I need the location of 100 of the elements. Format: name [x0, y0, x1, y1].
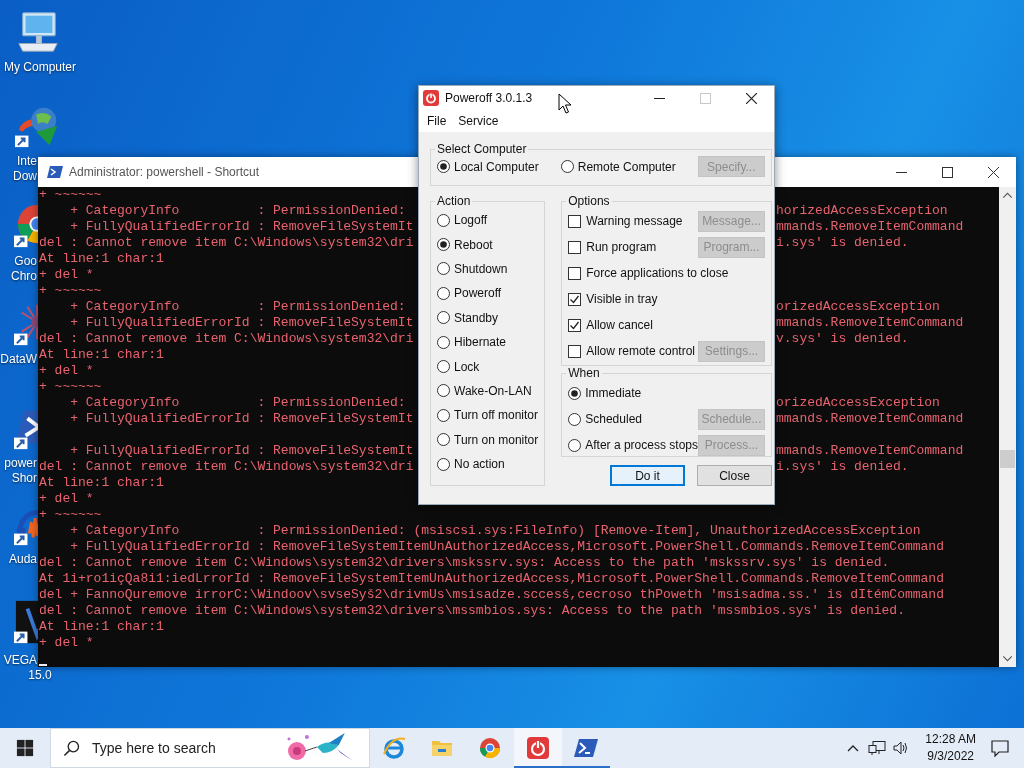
icon-label: Goo: [13, 254, 37, 269]
console-text: i.sys' is denied.: [776, 459, 909, 475]
console-text: del : Cannot remove item C:\Windows\system32\drivers\mskssrv.sys: Access to the path 'mskssrv.sys' is denied.: [39, 555, 890, 570]
notification-icon[interactable]: [990, 738, 1010, 758]
radio-icon[interactable]: [437, 433, 450, 447]
checkbox-icon[interactable]: [568, 214, 582, 228]
shell-icon: [47, 164, 63, 180]
radio-option[interactable]: Lock: [437, 354, 539, 379]
scroll-thumb[interactable]: [1000, 450, 1015, 468]
radio-icon[interactable]: [437, 213, 450, 227]
taskbar-app-button[interactable]: [514, 728, 562, 768]
maximize-icon: [700, 92, 711, 104]
menu-item[interactable]: Service: [452, 114, 505, 128]
radio-icon[interactable]: [568, 438, 582, 452]
chrome-icon: [478, 736, 502, 760]
checkbox-option[interactable]: Visible in tray: [568, 292, 658, 306]
radio-icon[interactable]: [437, 311, 450, 325]
text-cursor: [39, 664, 47, 666]
radio-icon[interactable]: [437, 160, 450, 173]
checkbox-icon[interactable]: [568, 266, 582, 280]
console-text: mmands.RemoveItemCommand: [776, 443, 964, 459]
scrollbar[interactable]: [999, 187, 1016, 667]
console-text: At line:1 char:1: [39, 475, 164, 490]
radio-option[interactable]: Shutdown: [437, 256, 539, 282]
checkbox-icon[interactable]: [568, 318, 582, 332]
console-text: del : Cannot remove item C:\Windows\system32\dri: [39, 235, 414, 250]
dialog-button[interactable]: Do it: [610, 465, 685, 486]
radio-option[interactable]: Turn off monitor: [437, 403, 539, 428]
radio-icon[interactable]: [437, 408, 450, 422]
radio-option[interactable]: Reboot: [437, 232, 539, 257]
radio-option[interactable]: Hibernate: [437, 329, 539, 355]
checkbox-option[interactable]: Warning message: [568, 214, 683, 228]
checkbox-icon[interactable]: [568, 292, 582, 306]
radio-option[interactable]: No action: [437, 451, 539, 477]
checkbox-option[interactable]: Run program: [568, 240, 657, 254]
console-text: orizedAccessException: [776, 299, 940, 315]
console-text: del : Cannot remove item C:\Windows\system32\dri: [39, 331, 414, 346]
radio-icon[interactable]: [437, 335, 450, 349]
console-text: + ~~~~~~: [39, 283, 102, 298]
console-text: At line:1 char:1: [39, 619, 164, 634]
checkbox-option[interactable]: Force applications to close: [568, 266, 729, 280]
console-text: + CategoryInfo : PermissionDenied:: [69, 395, 406, 410]
radio-icon[interactable]: [437, 384, 450, 398]
console-text: At 1i+ro1içQa8i1:iedLrrorId : RemoveFileSystemItemUnAuthorizedAccess,Microsoft.PowerShell.Commands.RemoveItemCommand: [39, 571, 944, 586]
radio-option[interactable]: Immediate: [568, 386, 642, 400]
maximize-icon[interactable]: [942, 166, 953, 178]
console-text: mmands.RemoveItemCommand: [776, 219, 964, 235]
menu-item[interactable]: File: [421, 114, 453, 128]
console-text: i.sys' is denied.: [776, 235, 909, 251]
console-text: At line:1 char:1: [39, 251, 164, 266]
icon-label: Auda: [7, 552, 37, 567]
console-text: + FullyQualifiedErrorId : RemoveFileSystemIt: [69, 411, 414, 426]
close-icon[interactable]: [988, 166, 999, 178]
radio-icon[interactable]: [437, 286, 450, 300]
search-field[interactable]: Type here to search: [89, 739, 284, 757]
radio-option[interactable]: Remote Computer: [560, 159, 676, 174]
checkbox-option[interactable]: Allow cancel: [568, 318, 653, 332]
clock[interactable]: 12:28 AM 9/3/2022: [925, 731, 976, 765]
clock-time: 12:28 AM: [925, 731, 976, 748]
console-text: + FullyQualifiedErrorId : RemoveFileSystemItemUnAuthorizedAccess,Microsoft.PowerShell.Commands.RemoveItemCommand: [69, 539, 944, 554]
radio-icon[interactable]: [568, 386, 582, 400]
video-shortcut-icon[interactable]: [14, 600, 38, 644]
radio-icon[interactable]: [437, 262, 450, 276]
power-icon: [526, 736, 550, 760]
checkbox-icon[interactable]: [568, 240, 582, 254]
console-text: + del *: [39, 363, 94, 378]
radio-icon[interactable]: [560, 160, 574, 173]
clock-date: 9/3/2022: [927, 748, 974, 765]
radio-option[interactable]: Poweroff: [437, 281, 539, 306]
radio-option[interactable]: Logoff: [437, 208, 539, 233]
checkbox-icon[interactable]: [568, 344, 582, 358]
checkbox-option[interactable]: Allow remote control: [568, 344, 695, 358]
window-title: Administrator: powershell - Shortcut: [69, 165, 260, 179]
radio-option[interactable]: Local Computer: [437, 159, 539, 174]
console-text: + del *: [39, 267, 94, 282]
group-label: Select Computer: [436, 142, 528, 156]
close-icon[interactable]: [746, 92, 757, 104]
icon-label: My Computer: [4, 60, 76, 75]
console-text: + CategoryInfo : PermissionDenied:: [69, 299, 406, 314]
console-text: + FullyQualifiedErrorId : RemoveFileSystemIt: [69, 219, 414, 234]
radio-option[interactable]: Scheduled: [568, 412, 642, 426]
dialog-button[interactable]: Close: [697, 465, 772, 486]
radio-icon[interactable]: [437, 360, 450, 374]
console-text: v.sys' is denied.: [776, 331, 909, 347]
radio-option[interactable]: Turn on monitor: [437, 427, 539, 452]
start-windows-icon[interactable]: [16, 739, 34, 757]
radio-option[interactable]: Wake-On-LAN: [437, 378, 539, 404]
radio-icon[interactable]: [437, 238, 450, 252]
icon-label: DataW: [0, 352, 37, 367]
group-label: Action: [436, 194, 472, 208]
network-icon[interactable]: [868, 740, 887, 756]
console-text: del + FannoQuremove irrorC:\Windoov\svseSyš2\drivmUs\msisadze.sccesś,cecroso thPoweth 'msisadma.ss.' is dItémCommand: [39, 587, 944, 602]
radio-option[interactable]: After a process stops: [568, 438, 698, 452]
computer-icon[interactable]: [15, 10, 61, 54]
search-box[interactable]: Type here to search: [50, 728, 370, 768]
radio-option[interactable]: Standby: [437, 305, 539, 330]
radio-icon[interactable]: [568, 412, 582, 426]
icon-label: Dow: [12, 169, 37, 184]
radio-icon[interactable]: [437, 457, 450, 471]
console-text: mmands.RemoveItemCommand: [776, 315, 964, 331]
